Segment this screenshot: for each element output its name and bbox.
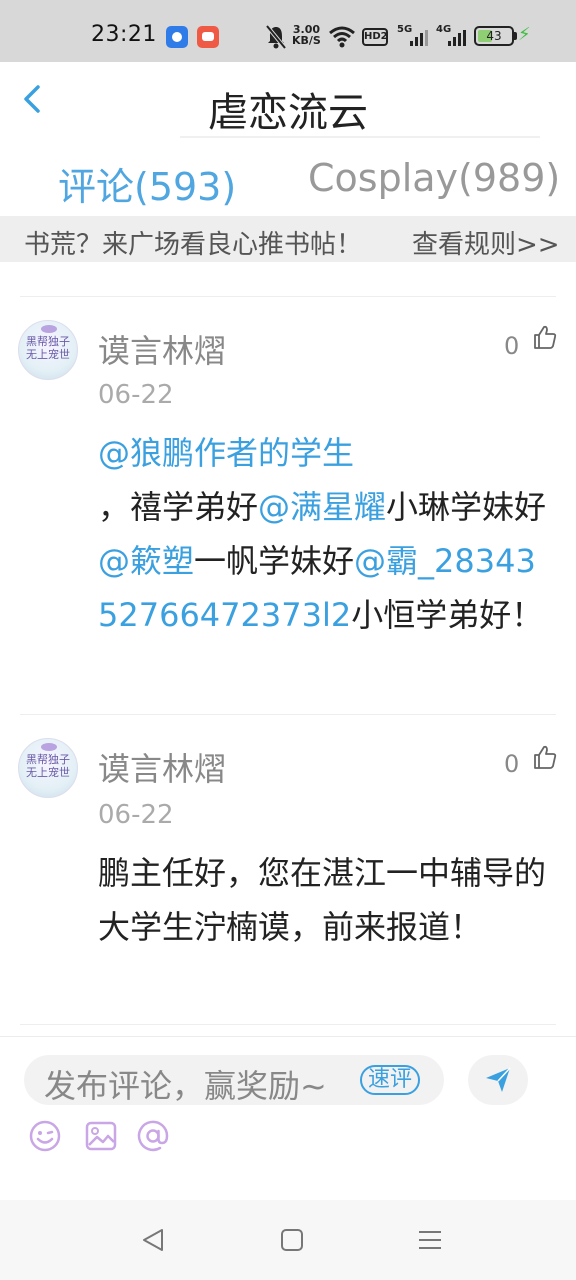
charging-icon: ⚡	[518, 24, 531, 45]
comment-list[interactable]: 黑帮独子 无上宠世 谟言林熠 06-22 0 @狼鹏作者的学生 ，禧学弟好@满星耀…	[0, 262, 576, 1036]
tab-bar: 评论(593) Cosplay(989)	[0, 140, 576, 216]
comment-content: @狼鹏作者的学生 ，禧学弟好@满星耀小琳学妹好@簌塑一帆学妹好@霸_2834352…	[98, 426, 548, 642]
avatar-flower-decoration	[41, 743, 57, 751]
comment-input[interactable]: 发布评论，赢奖励~ 速评	[24, 1055, 444, 1105]
comment-text: 小恒学弟好！	[351, 596, 544, 634]
nav-home-icon[interactable]	[278, 1226, 306, 1254]
view-rules-link[interactable]: 查看规则>>	[412, 224, 560, 261]
comment-date: 06-22	[98, 800, 174, 830]
quick-comment-button[interactable]: 速评	[360, 1065, 421, 1095]
comment-divider	[20, 714, 556, 715]
comment-divider	[20, 1024, 556, 1025]
app-header: 虐恋流云	[0, 62, 576, 138]
tab-comments[interactable]: 评论(593)	[58, 156, 236, 211]
game-notification-icon	[197, 26, 219, 48]
comment-divider	[20, 296, 556, 297]
mention-link[interactable]: @簌塑	[98, 542, 194, 580]
avatar-flower-decoration	[41, 325, 57, 333]
header-divider	[180, 136, 540, 138]
comment-date: 06-22	[98, 380, 174, 410]
net-speed-unit: KB/S	[292, 34, 321, 47]
status-bar: 23:21 3.00 KB/S HD2 5G 4G 43 ⚡	[0, 0, 576, 62]
nav-back-icon[interactable]	[140, 1226, 168, 1254]
comment-username[interactable]: 谟言林熠	[98, 326, 226, 372]
signal-bars-icon	[448, 30, 468, 46]
mute-bell-icon	[265, 24, 287, 50]
comment-username[interactable]: 谟言林熠	[98, 744, 226, 790]
send-icon	[486, 1067, 511, 1092]
signal-bars-icon	[410, 30, 430, 46]
battery-percent: 43	[486, 29, 502, 43]
like-count: 0	[504, 332, 520, 360]
page-title: 虐恋流云	[208, 90, 368, 136]
battery-icon: 43	[474, 26, 514, 46]
tab-cosplay[interactable]: Cosplay(989)	[308, 156, 560, 200]
emoji-icon[interactable]	[28, 1119, 62, 1153]
thumbs-up-icon[interactable]	[532, 324, 558, 350]
avatar[interactable]: 黑帮独子 无上宠世	[18, 320, 78, 380]
comment-text: ，禧学弟好	[98, 488, 259, 526]
avatar[interactable]: 黑帮独子 无上宠世	[18, 738, 78, 798]
comment-composer: 发布评论，赢奖励~ 速评	[0, 1036, 576, 1200]
nav-menu-icon[interactable]	[416, 1226, 444, 1254]
notice-banner[interactable]: 书荒？来广场看良心推书帖！ 查看规则>>	[0, 216, 576, 262]
hd-voice-badge: HD2	[362, 28, 388, 46]
net-speed: 3.00 KB/S	[292, 24, 321, 46]
comment-content: 鹏主任好，您在湛江一中辅导的大学生泞楠谟，前来报道！	[98, 854, 547, 946]
avatar-label: 黑帮独子 无上宠世	[26, 335, 70, 361]
wifi-icon	[329, 26, 355, 48]
mention-link[interactable]: @满星耀	[258, 488, 386, 526]
banner-text: 书荒？来广场看良心推书帖！	[24, 230, 363, 260]
like-count: 0	[504, 750, 520, 778]
status-time: 23:21	[91, 22, 157, 47]
comment-text: 一帆学妹好	[194, 542, 355, 580]
image-icon[interactable]	[84, 1119, 118, 1153]
system-nav-bar	[0, 1200, 576, 1280]
avatar-label: 黑帮独子 无上宠世	[26, 753, 70, 779]
thumbs-up-icon[interactable]	[532, 744, 558, 770]
mention-link[interactable]: @狼鹏作者的学生	[98, 434, 354, 472]
comment-text: 小琳学妹好	[386, 488, 547, 526]
comment-input-placeholder: 发布评论，赢奖励~	[44, 1067, 327, 1105]
battery-tip	[514, 32, 517, 40]
at-mention-icon[interactable]	[136, 1119, 170, 1153]
send-button[interactable]	[468, 1055, 528, 1105]
app-notification-icon	[166, 26, 188, 48]
